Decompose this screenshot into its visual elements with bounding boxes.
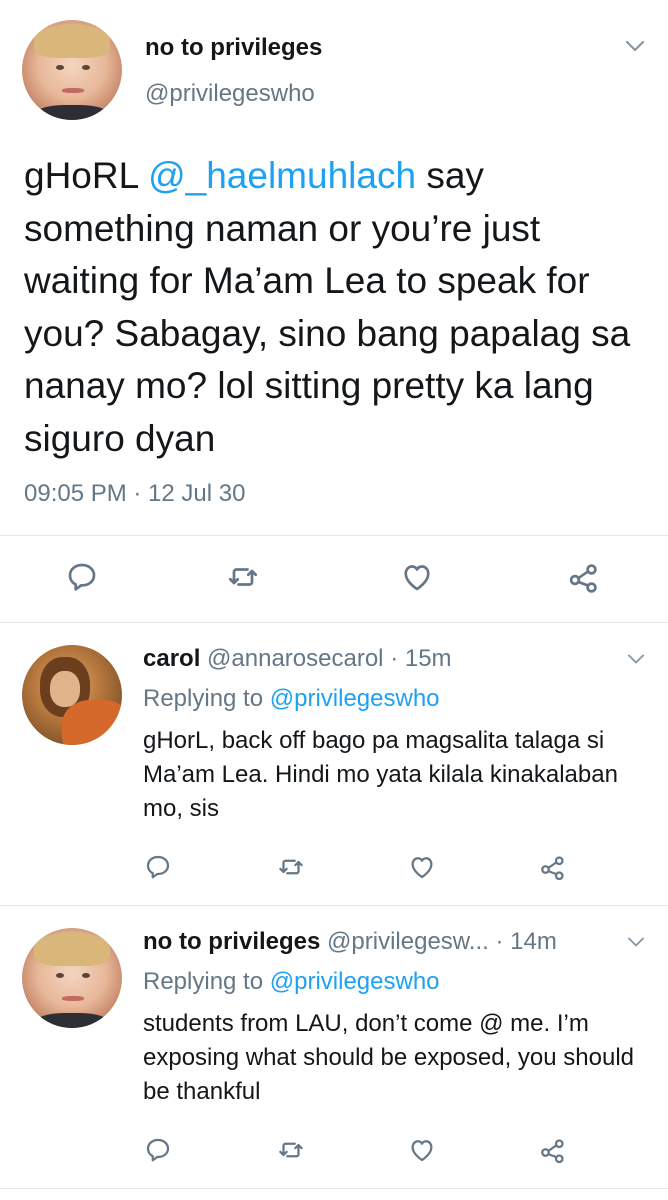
share-icon[interactable]	[538, 852, 568, 882]
reply-icon[interactable]	[143, 1135, 173, 1165]
reply-icon[interactable]	[143, 852, 173, 882]
reply-header: carol @annarosecarol · 15m	[143, 645, 452, 673]
tweet-text-rest: say something naman or you’re just waiti…	[24, 155, 631, 459]
chevron-down-icon[interactable]	[624, 38, 646, 54]
retweet-icon[interactable]	[225, 559, 261, 595]
author-handle[interactable]: @privilegeswho	[145, 80, 315, 108]
reply-time[interactable]: · 14m	[495, 928, 556, 955]
chevron-down-icon[interactable]	[626, 935, 646, 949]
reply-author-handle[interactable]: @privilegesw...	[327, 928, 489, 955]
avatar[interactable]	[22, 645, 122, 745]
replying-to-handle[interactable]: @privilegeswho	[270, 685, 440, 712]
retweet-icon[interactable]	[276, 1135, 306, 1165]
retweet-icon[interactable]	[276, 852, 306, 882]
replying-to-handle[interactable]: @privilegeswho	[270, 968, 440, 995]
reply-header: no to privileges @privilegesw... · 14m	[143, 928, 557, 956]
avatar[interactable]	[22, 928, 122, 1028]
heart-icon[interactable]	[398, 559, 436, 595]
chevron-down-icon[interactable]	[626, 652, 646, 666]
replying-to: Replying to @privilegeswho	[143, 968, 440, 996]
share-icon[interactable]	[538, 1135, 568, 1165]
replying-to-label: Replying to	[143, 968, 264, 995]
tweet-text-prefix: gHoRL	[24, 155, 149, 196]
author-name[interactable]: no to privileges	[145, 34, 322, 62]
share-icon[interactable]	[566, 559, 602, 595]
timestamp[interactable]: 09:05 PM · 12 Jul 30	[24, 480, 245, 508]
reply-text: students from LAU, don’t come @ me. I’m …	[143, 1010, 635, 1105]
replying-to-label: Replying to	[143, 685, 264, 712]
reply-author-handle[interactable]: @annarosecarol	[207, 645, 383, 672]
reply-author-name[interactable]: no to privileges	[143, 928, 320, 955]
reply-icon[interactable]	[64, 559, 100, 595]
reply-text: gHorL, back off bago pa magsalita talaga…	[143, 727, 618, 822]
reply-time[interactable]: · 15m	[390, 645, 451, 672]
tweet-text: gHoRL @_haelmuhlach say something naman …	[24, 150, 644, 465]
heart-icon[interactable]	[406, 852, 438, 882]
avatar[interactable]	[22, 20, 122, 120]
heart-icon[interactable]	[406, 1135, 438, 1165]
mention-link[interactable]: @_haelmuhlach	[148, 155, 416, 196]
reply-author-name[interactable]: carol	[143, 645, 200, 672]
replying-to: Replying to @privilegeswho	[143, 685, 440, 713]
